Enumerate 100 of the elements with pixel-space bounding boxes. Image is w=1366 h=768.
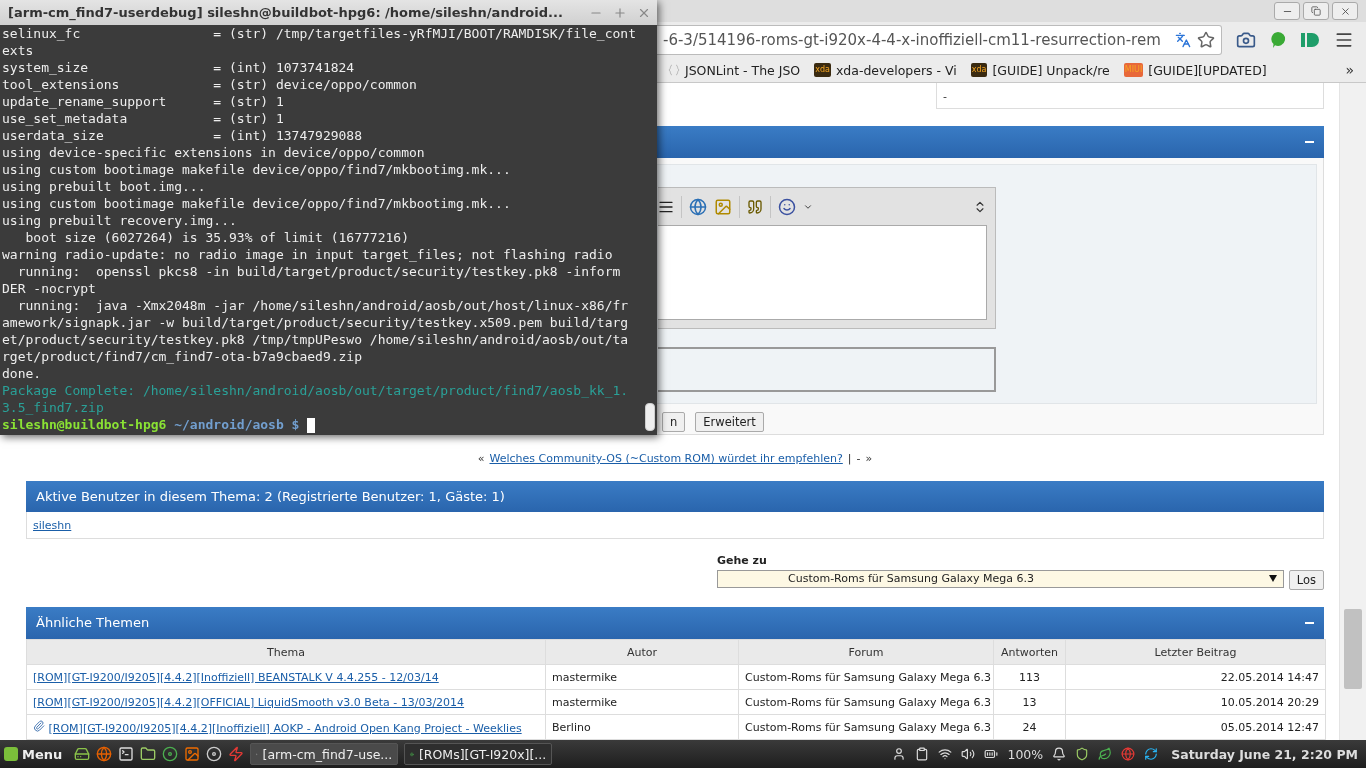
terminal-line: using custom bootimage makefile device/oppo/find7/mkbootimg.mk... bbox=[2, 161, 512, 178]
more-bookmarks-button[interactable]: » bbox=[1345, 62, 1354, 78]
table-cell: 13 bbox=[993, 689, 1066, 715]
prompt-symbol: $ bbox=[291, 417, 300, 432]
extension-icon[interactable] bbox=[1300, 32, 1320, 48]
battery-level: 100% bbox=[1007, 746, 1044, 762]
clipboard-icon[interactable] bbox=[915, 747, 930, 761]
next-arrow[interactable]: » bbox=[865, 452, 873, 465]
volume-icon[interactable] bbox=[961, 747, 976, 761]
bookmark-link[interactable]: JSONLint - The JSO bbox=[668, 62, 801, 78]
previous-arrow[interactable]: « bbox=[477, 452, 485, 465]
table-cell: - bbox=[936, 83, 1324, 109]
terminal-line: tool_extensions = (str) device/oppo/common bbox=[2, 76, 418, 93]
bookmark-link[interactable]: xda [GUIDE] Unpack/re bbox=[970, 62, 1110, 78]
terminal-line: warning radio-update: no radio image in input target_files; not flashing radio bbox=[2, 246, 614, 263]
prompt-user: sileshn@buildbot-hpg6 bbox=[2, 417, 167, 432]
panel-title: Aktive Benutzer in diesem Thema: 2 (Registrierte Benutzer: 1, Gäste: 1) bbox=[36, 489, 506, 504]
column-header: Forum bbox=[738, 639, 994, 665]
terminal-line: using prebuilt recovery.img... bbox=[2, 212, 238, 229]
folder-icon[interactable] bbox=[140, 746, 157, 762]
terminal-line: amework/signapk.jar -w build/target/product/security/testkey.x509.pem build/targ bbox=[2, 314, 630, 331]
go-button[interactable]: Los bbox=[1288, 569, 1324, 590]
table-cell: 113 bbox=[993, 664, 1066, 690]
terminal-line: rget/product/find7/cm_find7-ota-b7a9cbaed9.zip bbox=[2, 348, 364, 365]
terminal-line: selinux_fc = (str) /tmp/targetfiles-yRfMJI/BOOT/RAMDISK/file_cont bbox=[2, 25, 637, 42]
terminal-line: using custom bootimage makefile device/oppo/find7/mkbootimg.mk... bbox=[2, 195, 512, 212]
wifi-icon[interactable] bbox=[938, 747, 953, 761]
prompt-path: ~/android/aosb bbox=[174, 417, 284, 432]
terminal-line: use_set_metadata = (str) 1 bbox=[2, 110, 285, 127]
goto-label: Gehe zu bbox=[717, 553, 768, 567]
user-link[interactable]: sileshn bbox=[33, 518, 72, 532]
menu-icon[interactable] bbox=[1334, 30, 1354, 50]
collapse-icon[interactable] bbox=[1305, 141, 1314, 144]
form-button[interactable]: n bbox=[662, 412, 686, 433]
table-cell: Custom-Roms für Samsung Galaxy Mega 6.3 bbox=[738, 714, 994, 740]
terminal-line: 3.5_find7.zip bbox=[2, 399, 105, 416]
column-header: Letzter Beitrag bbox=[1065, 639, 1326, 665]
sync-icon[interactable] bbox=[1144, 747, 1159, 761]
restore-icon bbox=[1311, 6, 1321, 16]
translate-icon[interactable] bbox=[1175, 32, 1191, 48]
restore-button[interactable] bbox=[1303, 2, 1329, 20]
scrollbar-thumb[interactable] bbox=[645, 403, 655, 431]
taskbar-button[interactable]: [ROMs][GT-I920x][... bbox=[404, 743, 553, 765]
braces-icon bbox=[668, 64, 680, 76]
image-icon[interactable] bbox=[184, 746, 201, 762]
thread-link[interactable]: [ROM][GT-I9200/I9205][4.4.2][Inoffiziell] AOKP - Android Open Kang Project - Weeklies bbox=[48, 721, 522, 735]
disc-icon[interactable] bbox=[206, 746, 223, 762]
logo-icon bbox=[4, 747, 18, 761]
bell-icon[interactable] bbox=[1052, 747, 1067, 761]
collapse-icon[interactable] bbox=[1305, 621, 1314, 624]
quote-icon[interactable] bbox=[747, 198, 763, 215]
taskbar-button[interactable]: [arm-cm_find7-use... bbox=[250, 743, 399, 765]
table-cell: 05.05.2014 12:47 bbox=[1065, 714, 1326, 740]
user-icon[interactable] bbox=[892, 747, 907, 761]
terminal-line: using prebuilt boot.img... bbox=[2, 178, 207, 195]
forum-select[interactable]: Custom-Roms für Samsung Galaxy Mega 6.3 bbox=[717, 569, 1284, 588]
form-button[interactable]: Erweitert bbox=[695, 412, 764, 433]
thread-link[interactable]: [ROM][GT-I9200/I9205][4.4.2][OFFICIAL] LiquidSmooth v3.0 Beta - 13/03/2014 bbox=[33, 695, 465, 709]
table-cell: mastermike bbox=[545, 689, 739, 715]
close-icon bbox=[1339, 5, 1351, 17]
terminal-line: system_size = (int) 1073741824 bbox=[2, 59, 356, 76]
drive-icon[interactable] bbox=[74, 746, 91, 762]
thread-link[interactable]: Welches Community-OS (~Custom ROM) würdet ihr empfehlen? bbox=[489, 452, 843, 465]
camera-icon[interactable] bbox=[1236, 30, 1256, 50]
start-menu-button[interactable]: Menu bbox=[4, 746, 69, 762]
terminal-line: et/product/security/testkey.pk8 /tmp/tmpUPeswo /home/sileshn/android/aosb/out/ta bbox=[2, 331, 630, 348]
table-cell: 10.05.2014 20:29 bbox=[1065, 689, 1326, 715]
column-header: Thema bbox=[26, 639, 546, 665]
terminal-line: running: openssl pkcs8 -in build/target/product/security/testkey.pk8 -inform bbox=[16, 263, 622, 280]
speech-bubble-icon[interactable] bbox=[1270, 31, 1286, 49]
scrollbar[interactable] bbox=[1339, 83, 1366, 740]
terminal-line: exts bbox=[2, 42, 35, 59]
table-cell: Custom-Roms für Samsung Galaxy Mega 6.3 bbox=[738, 689, 994, 715]
scrollbar-thumb[interactable] bbox=[1344, 609, 1362, 689]
bolt-icon[interactable] bbox=[228, 746, 245, 762]
site-logo: xda bbox=[814, 63, 831, 77]
globe-icon[interactable] bbox=[689, 197, 707, 216]
battery-icon[interactable] bbox=[984, 747, 999, 761]
terminal-line: update_rename_support = (str) 1 bbox=[2, 93, 285, 110]
terminal-line: running: java -Xmx2048m -jar /home/sileshn/android/aosb/out/host/linux-x86/fr bbox=[16, 297, 630, 314]
smiley-icon[interactable] bbox=[778, 197, 796, 216]
dash-text: - bbox=[856, 452, 861, 465]
terminal-line: done. bbox=[2, 365, 43, 382]
dropdown-arrow-icon bbox=[1268, 575, 1277, 583]
address-field[interactable]: -6-3/514196-roms-gt-i920x-4-4-x-inoffiziell-cm11-resurrection-rem bbox=[657, 25, 1222, 55]
terminal-line: using device-specific extensions in device/oppo/common bbox=[2, 144, 426, 161]
cursor bbox=[307, 418, 316, 433]
panel-title: Ähnliche Themen bbox=[36, 615, 151, 631]
attachment-icon bbox=[33, 719, 45, 732]
leaf-icon[interactable] bbox=[1098, 747, 1113, 761]
shield-icon[interactable] bbox=[1075, 747, 1090, 761]
bookmark-link[interactable]: xda xda-developers - Vi bbox=[814, 62, 957, 78]
terminal-line: Package Complete: /home/sileshn/android/aosb/out/target/product/find7/aosb_kk_1. bbox=[2, 382, 630, 399]
globe-icon[interactable] bbox=[96, 746, 113, 762]
message-field[interactable] bbox=[658, 225, 987, 321]
table-cell: Berlino bbox=[545, 714, 739, 740]
bookmark-star-icon[interactable] bbox=[1197, 31, 1215, 49]
site-logo: xda bbox=[970, 63, 988, 77]
clock: Saturday June 21, 2:20 PM bbox=[1171, 746, 1358, 762]
thread-link[interactable]: [ROM][GT-I9200/I9205][4.4.2][Inoffiziell] BEANSTALK V 4.4.255 - 12/03/14 bbox=[33, 670, 439, 684]
